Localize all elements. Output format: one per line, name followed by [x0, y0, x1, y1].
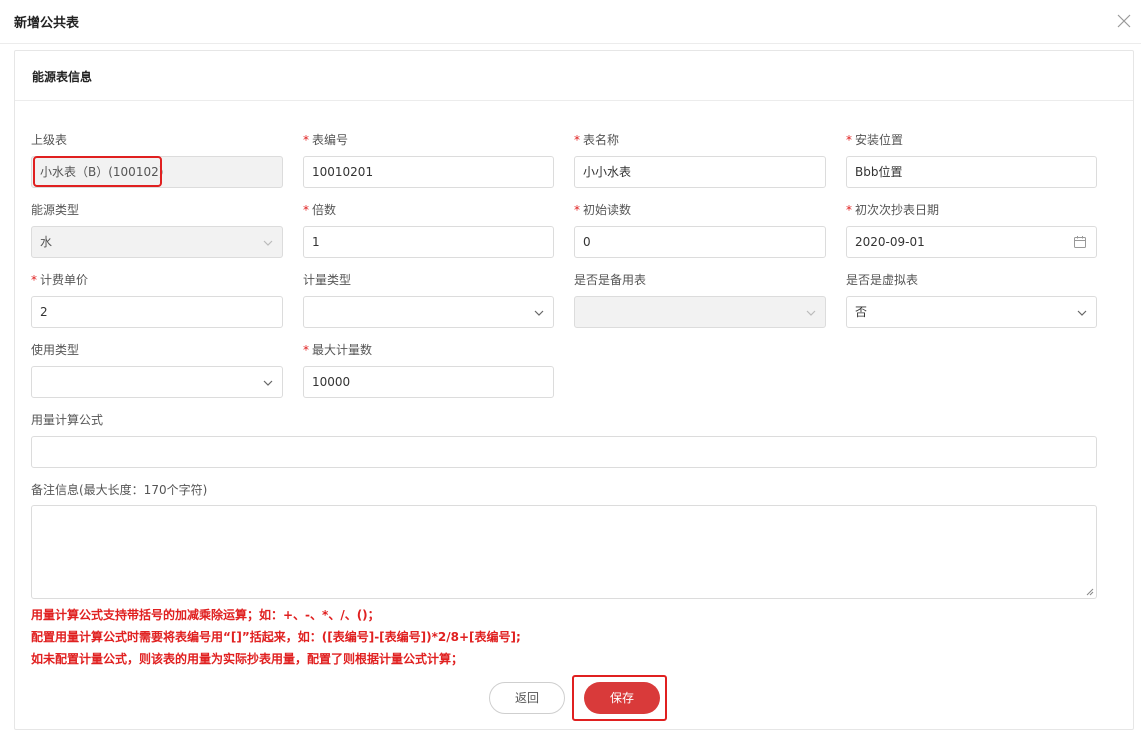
- formula-note-1: 用量计算公式支持带括号的加减乘除运算；如：+、-、*、/、()；: [31, 608, 380, 622]
- unit-price-label: * 计费单价: [31, 273, 89, 287]
- save-button[interactable]: 保存: [584, 682, 660, 714]
- parent-label: 上级表: [31, 133, 68, 147]
- first-read-date-label: * 初次次抄表日期: [846, 203, 940, 217]
- unit-price-input[interactable]: 2: [31, 296, 283, 328]
- meter-no-input[interactable]: 10010201: [303, 156, 554, 188]
- energy-type-label: 能源类型: [31, 203, 80, 217]
- formula-input[interactable]: [31, 436, 1097, 468]
- is-backup-select[interactable]: [574, 296, 826, 328]
- remark-label: 备注信息(最大长度：170个字符): [31, 483, 208, 497]
- location-label: * 安装位置: [846, 133, 904, 147]
- back-button[interactable]: 返回: [489, 682, 565, 714]
- energy-type-select[interactable]: 水: [31, 226, 283, 258]
- parent-highlight: [33, 156, 162, 187]
- multiplier-input[interactable]: 1: [303, 226, 554, 258]
- dialog-title: 新增公共表: [14, 16, 80, 31]
- formula-note-3: 如未配置计量公式，则该表的用量为实际抄表用量，配置了则根据计量公式计算；: [31, 652, 464, 666]
- card-header: 能源表信息: [15, 51, 1133, 101]
- usage-type-label: 使用类型: [31, 343, 80, 357]
- max-count-label: * 最大计量数: [303, 343, 373, 357]
- formula-label: 用量计算公式: [31, 413, 104, 427]
- chevron-down-icon: [806, 310, 816, 316]
- chevron-down-icon: [534, 310, 544, 316]
- usage-type-select[interactable]: [31, 366, 283, 398]
- section-title: 能源表信息: [32, 70, 93, 84]
- remark-textarea[interactable]: [31, 505, 1097, 599]
- dialog-header: 新增公共表: [0, 0, 1141, 44]
- initial-reading-input[interactable]: 0: [574, 226, 826, 258]
- meter-no-label: * 表编号: [303, 133, 349, 147]
- calendar-icon[interactable]: [1073, 235, 1087, 249]
- is-backup-label: 是否是备用表: [574, 273, 647, 287]
- formula-note-2: 配置用量计算公式时需要将表编号用“[]”括起来，如：([表编号]-[表编号])*…: [31, 630, 521, 644]
- multiplier-label: * 倍数: [303, 203, 337, 217]
- is-virtual-select[interactable]: 否: [846, 296, 1097, 328]
- measure-type-select[interactable]: [303, 296, 554, 328]
- measure-type-label: 计量类型: [303, 273, 352, 287]
- location-input[interactable]: Bbb位置: [846, 156, 1097, 188]
- close-icon[interactable]: [1113, 10, 1135, 32]
- meter-name-input[interactable]: 小小水表: [574, 156, 826, 188]
- chevron-down-icon: [263, 240, 273, 246]
- chevron-down-icon: [263, 380, 273, 386]
- chevron-down-icon: [1077, 310, 1087, 316]
- is-virtual-label: 是否是虚拟表: [846, 273, 919, 287]
- initial-reading-label: * 初始读数: [574, 203, 632, 217]
- meter-name-label: * 表名称: [574, 133, 620, 147]
- max-count-input[interactable]: 10000: [303, 366, 554, 398]
- first-read-date-input[interactable]: 2020-09-01: [846, 226, 1097, 258]
- resize-handle-icon[interactable]: [1086, 588, 1094, 596]
